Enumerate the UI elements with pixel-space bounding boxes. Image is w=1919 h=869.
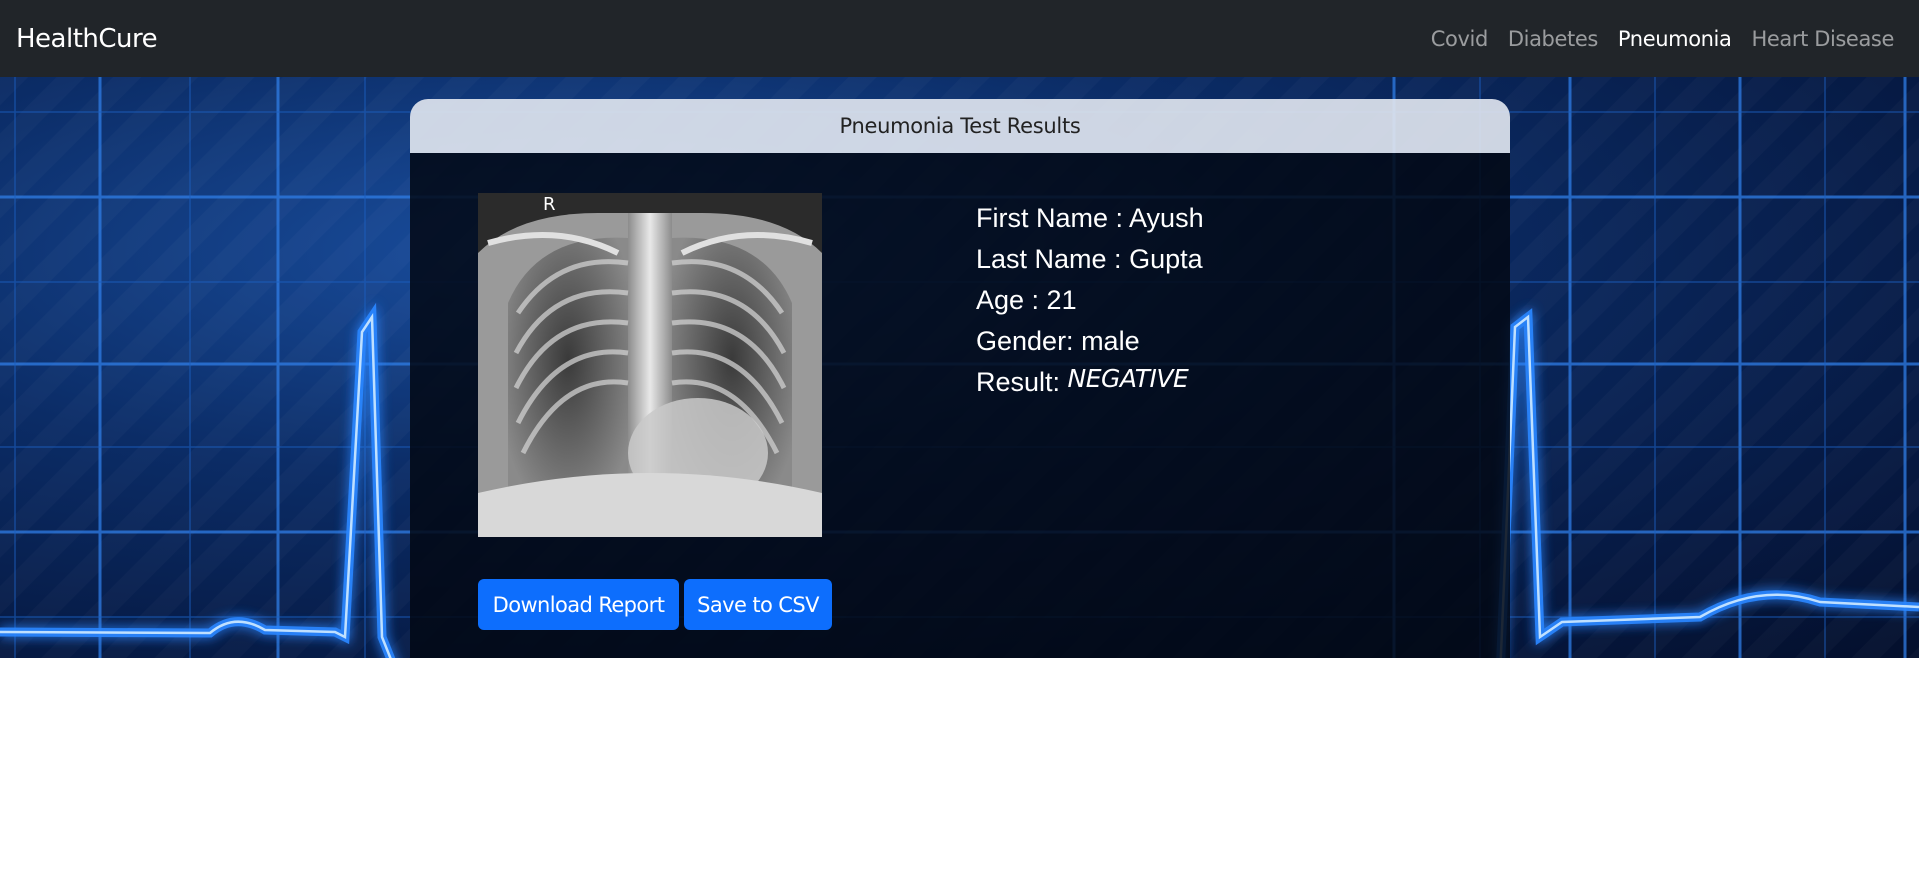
age-row: Age : 21 bbox=[976, 280, 1204, 321]
result-label: Result: bbox=[976, 367, 1068, 397]
patient-info: First Name : Ayush Last Name : Gupta Age… bbox=[976, 198, 1204, 403]
result-row: Result: NEGATIVE bbox=[976, 362, 1204, 403]
first-name-value: Ayush bbox=[1129, 203, 1204, 233]
age-value: 21 bbox=[1046, 285, 1077, 315]
gender-label: Gender: bbox=[976, 326, 1082, 356]
nav-link-pneumonia[interactable]: Pneumonia bbox=[1618, 27, 1732, 51]
nav-link-diabetes[interactable]: Diabetes bbox=[1508, 27, 1598, 51]
card-body: R First Name : Ayush Last Name : Gupta A… bbox=[410, 153, 1510, 658]
nav-link-heart-disease[interactable]: Heart Disease bbox=[1751, 27, 1894, 51]
last-name-label: Last Name : bbox=[976, 244, 1130, 274]
gender-row: Gender: male bbox=[976, 321, 1204, 362]
result-value: NEGATIVE bbox=[1067, 364, 1189, 393]
age-label: Age : bbox=[976, 285, 1047, 315]
last-name-row: Last Name : Gupta bbox=[976, 239, 1204, 280]
nav-link-covid[interactable]: Covid bbox=[1431, 27, 1489, 51]
gender-value: male bbox=[1081, 326, 1140, 356]
save-to-csv-button[interactable]: Save to CSV bbox=[684, 579, 832, 630]
first-name-label: First Name : bbox=[976, 203, 1130, 233]
last-name-value: Gupta bbox=[1129, 244, 1203, 274]
brand-logo[interactable]: HealthCure bbox=[16, 24, 158, 54]
navbar: HealthCure Covid Diabetes Pneumonia Hear… bbox=[0, 0, 1919, 77]
xray-marker: R bbox=[543, 194, 556, 215]
nav-links: Covid Diabetes Pneumonia Heart Disease bbox=[1431, 27, 1895, 51]
card-title: Pneumonia Test Results bbox=[410, 99, 1510, 153]
results-card: Pneumonia Test Results R First Name: Ay… bbox=[410, 99, 1510, 658]
download-report-button[interactable]: Download Report bbox=[478, 579, 679, 630]
chest-xray-image: R bbox=[478, 193, 822, 537]
first-name-row: First Name : Ayush bbox=[976, 198, 1204, 239]
